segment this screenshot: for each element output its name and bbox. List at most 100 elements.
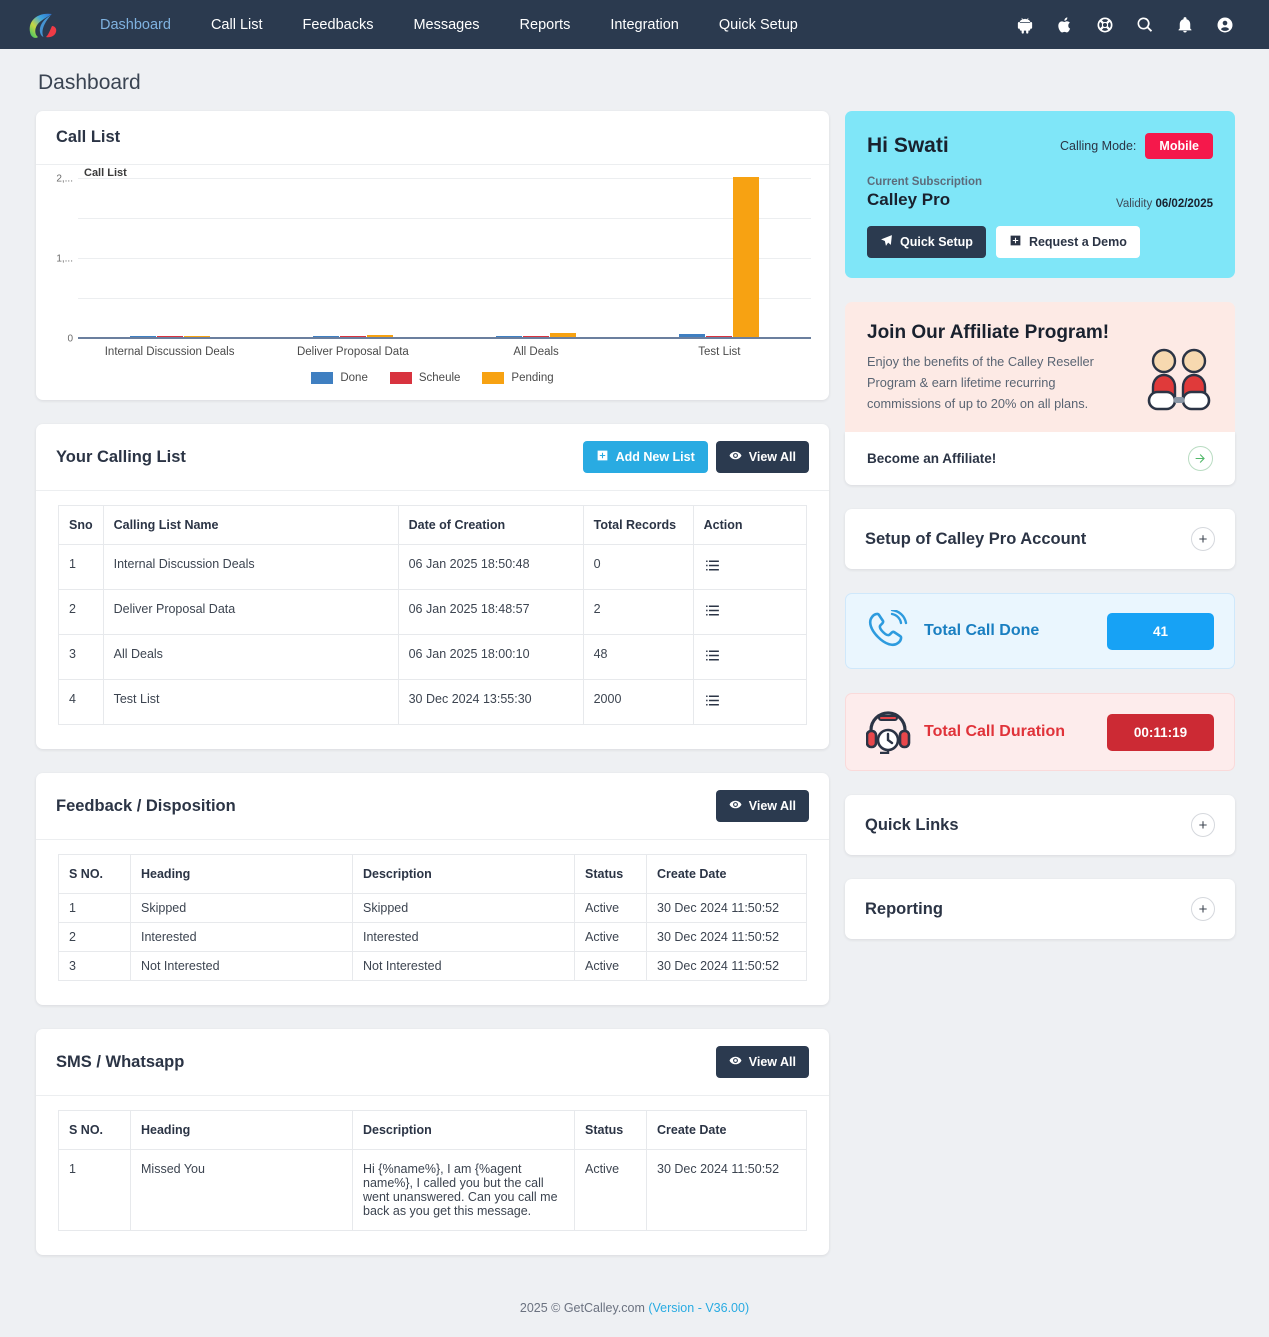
sms-view-all-label: View All: [748, 1055, 796, 1069]
chart-legend-item[interactable]: Done: [311, 372, 368, 384]
cell-sno: 1: [58, 893, 131, 923]
total-call-done-card: Total Call Done 41: [845, 593, 1235, 670]
feedback-actions: View All: [715, 790, 809, 822]
nav-link-reports[interactable]: Reports: [500, 17, 591, 33]
validity-group: Validity 06/02/2025: [1116, 198, 1213, 210]
android-icon[interactable]: [1015, 15, 1035, 35]
your-calling-list-card: Your Calling List Add New List View All …: [36, 424, 829, 749]
feedback-view-all-label: View All: [748, 799, 796, 813]
chart-legend-item[interactable]: Scheule: [389, 372, 460, 384]
navbar-icon-group: [1015, 15, 1247, 35]
footer-version-link[interactable]: (Version - V36.00): [648, 1301, 749, 1315]
chart-bars: [78, 177, 811, 337]
lifebuoy-support-icon[interactable]: [1095, 15, 1115, 35]
chart-x-label: All Deals: [513, 346, 559, 358]
cell-sno: 3: [58, 634, 104, 680]
chart-bar-group: [628, 177, 811, 337]
calley-logo-icon[interactable]: [22, 8, 62, 42]
nav-link-dashboard[interactable]: Dashboard: [80, 17, 191, 33]
feedback-title: Feedback / Disposition: [56, 796, 236, 815]
legend-swatch: [482, 372, 505, 384]
cell-name: All Deals: [103, 634, 399, 680]
sms-table: S NO. Heading Description Status Create …: [58, 1110, 807, 1231]
eye-icon: [729, 449, 742, 465]
request-demo-button[interactable]: Request a Demo: [995, 226, 1140, 258]
nav-link-integration[interactable]: Integration: [590, 17, 699, 33]
accordion-title: Setup of Calley Pro Account: [865, 529, 1087, 548]
plus-expand-icon[interactable]: +: [1191, 897, 1215, 922]
accordion-quick-links[interactable]: Quick Links +: [845, 795, 1235, 856]
validity-label: Validity: [1116, 198, 1153, 210]
welcome-buttons: Quick Setup Request a Demo: [867, 226, 1213, 258]
calling-list-view-all-button[interactable]: View All: [715, 441, 809, 473]
accordion-setup-calley-pro[interactable]: Setup of Calley Pro Account +: [845, 509, 1235, 570]
validity-value: 06/02/2025: [1155, 198, 1213, 210]
calling-list-table: Sno Calling List Name Date of Creation T…: [58, 505, 808, 725]
sms-view-all-button[interactable]: View All: [715, 1046, 809, 1078]
table-row: 1 Missed You Hi {%name%}, I am {%agent nam…: [58, 1149, 807, 1231]
cell-heading: Missed You: [130, 1149, 353, 1231]
user-account-icon[interactable]: [1215, 15, 1235, 35]
search-icon[interactable]: [1135, 15, 1155, 35]
sms-table-wrap: S NO. Heading Description Status Create …: [36, 1096, 829, 1255]
list-action-icon[interactable]: [704, 602, 721, 622]
feedback-table: S NO. Heading Description Status Create …: [58, 854, 807, 981]
chart-bar: [156, 335, 183, 337]
total-call-done-label: Total Call Done: [924, 622, 1040, 640]
col-create-date: Create Date: [646, 1110, 807, 1150]
total-call-duration-card: Total Call Duration 00:11:19: [845, 693, 1235, 772]
plus-expand-icon[interactable]: +: [1191, 527, 1215, 552]
chart-y-tick: 1,...: [56, 253, 73, 265]
list-action-icon[interactable]: [704, 557, 721, 577]
legend-swatch: [389, 372, 412, 384]
affiliate-text: Enjoy the benefits of the Calley Reselle…: [867, 354, 1094, 412]
col-status: Status: [574, 854, 647, 894]
calling-mode-badge[interactable]: Mobile: [1145, 133, 1213, 159]
col-description: Description: [352, 1110, 575, 1150]
request-demo-label: Request a Demo: [1028, 235, 1127, 249]
call-list-chart: Call List 0 1,... 2,... Internal Discussio…: [36, 165, 829, 400]
cell-description: Interested: [352, 922, 575, 952]
cell-action[interactable]: [693, 634, 808, 680]
nav-link-quick-setup[interactable]: Quick Setup: [699, 17, 818, 33]
bell-notification-icon[interactable]: [1175, 15, 1195, 35]
cell-sno: 4: [58, 679, 104, 725]
add-new-list-button[interactable]: Add New List: [582, 441, 708, 473]
chart-x-label: Test List: [698, 346, 741, 358]
chart-legend-item[interactable]: Pending: [482, 372, 554, 384]
cell-date: 30 Dec 2024 11:50:52: [646, 951, 807, 981]
call-list-card-header: Call List: [36, 111, 829, 165]
cell-sno: 1: [58, 1149, 131, 1231]
cell-status: Active: [574, 951, 647, 981]
accordion-reporting[interactable]: Reporting +: [845, 879, 1235, 940]
chart-bar-group: [78, 179, 261, 337]
cell-action[interactable]: [693, 589, 808, 635]
table-row: 1 Skipped Skipped Active 30 Dec 2024 11:50:5…: [58, 893, 807, 923]
headset-clock-icon: [866, 710, 918, 755]
feedback-view-all-button[interactable]: View All: [715, 790, 809, 822]
cell-action[interactable]: [693, 679, 808, 725]
footer: 2025 © GetCalley.com (Version - V36.00): [0, 1279, 1269, 1337]
welcome-card: Hi Swati Calling Mode: Mobile Current Su…: [845, 111, 1235, 278]
plus-expand-icon[interactable]: +: [1191, 813, 1215, 838]
chart-plot-area: Call List 0 1,... 2,...: [56, 167, 811, 345]
legend-swatch: [311, 372, 334, 384]
quick-setup-button[interactable]: Quick Setup: [867, 226, 986, 258]
arrow-right-icon[interactable]: [1188, 446, 1213, 472]
affiliate-title: Join Our Affiliate Program!: [867, 322, 1110, 343]
list-action-icon[interactable]: [704, 647, 721, 667]
nav-link-call-list[interactable]: Call List: [191, 17, 283, 33]
affiliate-cta-row[interactable]: Become an Affiliate!: [845, 432, 1235, 486]
chart-bar: [706, 335, 733, 337]
nav-link-messages[interactable]: Messages: [393, 17, 499, 33]
chart-bar-group: [445, 179, 628, 337]
nav-link-feedbacks[interactable]: Feedbacks: [283, 17, 394, 33]
plan-row: Calley Pro Validity 06/02/2025: [867, 190, 1213, 210]
list-action-icon[interactable]: [704, 692, 721, 712]
chart-bar: [550, 333, 577, 337]
chart-bar: [523, 335, 550, 337]
apple-icon[interactable]: [1055, 15, 1075, 35]
welcome-top-row: Hi Swati Calling Mode: Mobile: [867, 133, 1213, 159]
table-header-row: S NO. Heading Description Status Create …: [58, 1110, 807, 1150]
cell-action[interactable]: [693, 544, 808, 590]
